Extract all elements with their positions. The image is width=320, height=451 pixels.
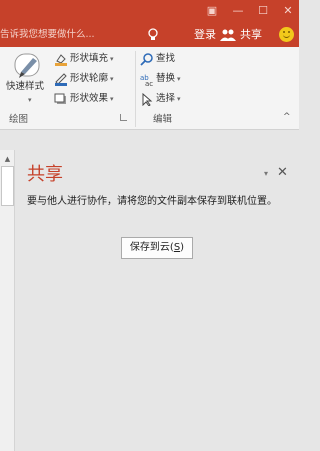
replace-icon: ab ac [140,74,153,86]
find-button[interactable]: 查找 [156,52,175,66]
vertical-scrollbar[interactable]: ▲ [0,150,15,451]
replace-button[interactable]: 替换 ▾ [156,72,181,86]
smiley-icon[interactable] [279,27,294,42]
save-to-cloud-button[interactable]: 保存到云(S) [121,237,193,259]
maximize-icon[interactable]: ☐ [255,3,271,19]
ribbon-display-options-icon[interactable]: ▣ [204,3,220,19]
ribbon: 快速样式 ▾ 形状填充 ▾ 形状轮廓 ▾ 形状效果 ▾ 查找 ab ac 替换 ▾ 选择… [0,47,299,130]
title-bar: ▣ — ☐ ✕ [0,0,299,23]
shape-fill-button[interactable]: 形状填充 ▾ [70,52,114,66]
scrollbar-thumb[interactable] [1,166,14,206]
quick-styles-icon[interactable] [13,52,43,80]
ribbon-separator [135,51,136,127]
tell-me-search-box[interactable]: 告诉我您想要做什么... [0,26,140,43]
shape-fill-icon [55,54,67,66]
select-cursor-icon [142,93,153,106]
shape-outline-button[interactable]: 形状轮廓 ▾ [70,72,114,86]
shape-effects-icon [54,93,66,104]
minimize-icon[interactable]: — [230,3,246,19]
share-pane: 共享 ▾ ✕ 要与他人进行协作，请将您的文件副本保存到联机位置。 保存到云(S) [18,130,299,451]
smile-mouth [283,34,290,38]
pane-options-icon[interactable]: ▾ [264,169,268,178]
scroll-up-arrow-icon[interactable]: ▲ [2,154,13,164]
collapse-ribbon-icon[interactable]: ^ [283,112,291,122]
command-bar: 告诉我您想要做什么... 登录 共享 [0,23,299,47]
pane-close-icon[interactable]: ✕ [277,166,288,180]
people-icon[interactable] [220,29,236,41]
pane-description: 要与他人进行协作，请将您的文件副本保存到联机位置。 [27,196,277,207]
shape-effects-button[interactable]: 形状效果 ▾ [70,92,114,106]
svg-text:ac: ac [145,80,153,86]
pane-title: 共享 [27,164,63,185]
group-label-editing: 编辑 [153,114,173,125]
quick-styles-dropdown-icon[interactable]: ▾ [26,93,32,107]
shape-outline-icon [55,73,67,86]
quick-styles-label[interactable]: 快速样式 [6,80,44,94]
share-button[interactable]: 共享 [240,27,262,43]
search-icon [140,53,153,66]
select-button[interactable]: 选择 ▾ [156,92,181,106]
sign-in-link[interactable]: 登录 [194,27,216,43]
close-window-icon[interactable]: ✕ [280,3,296,19]
group-label-drawing: 绘图 [9,114,29,125]
lightbulb-icon[interactable] [147,28,159,42]
dialog-launcher-icon[interactable] [120,114,127,121]
